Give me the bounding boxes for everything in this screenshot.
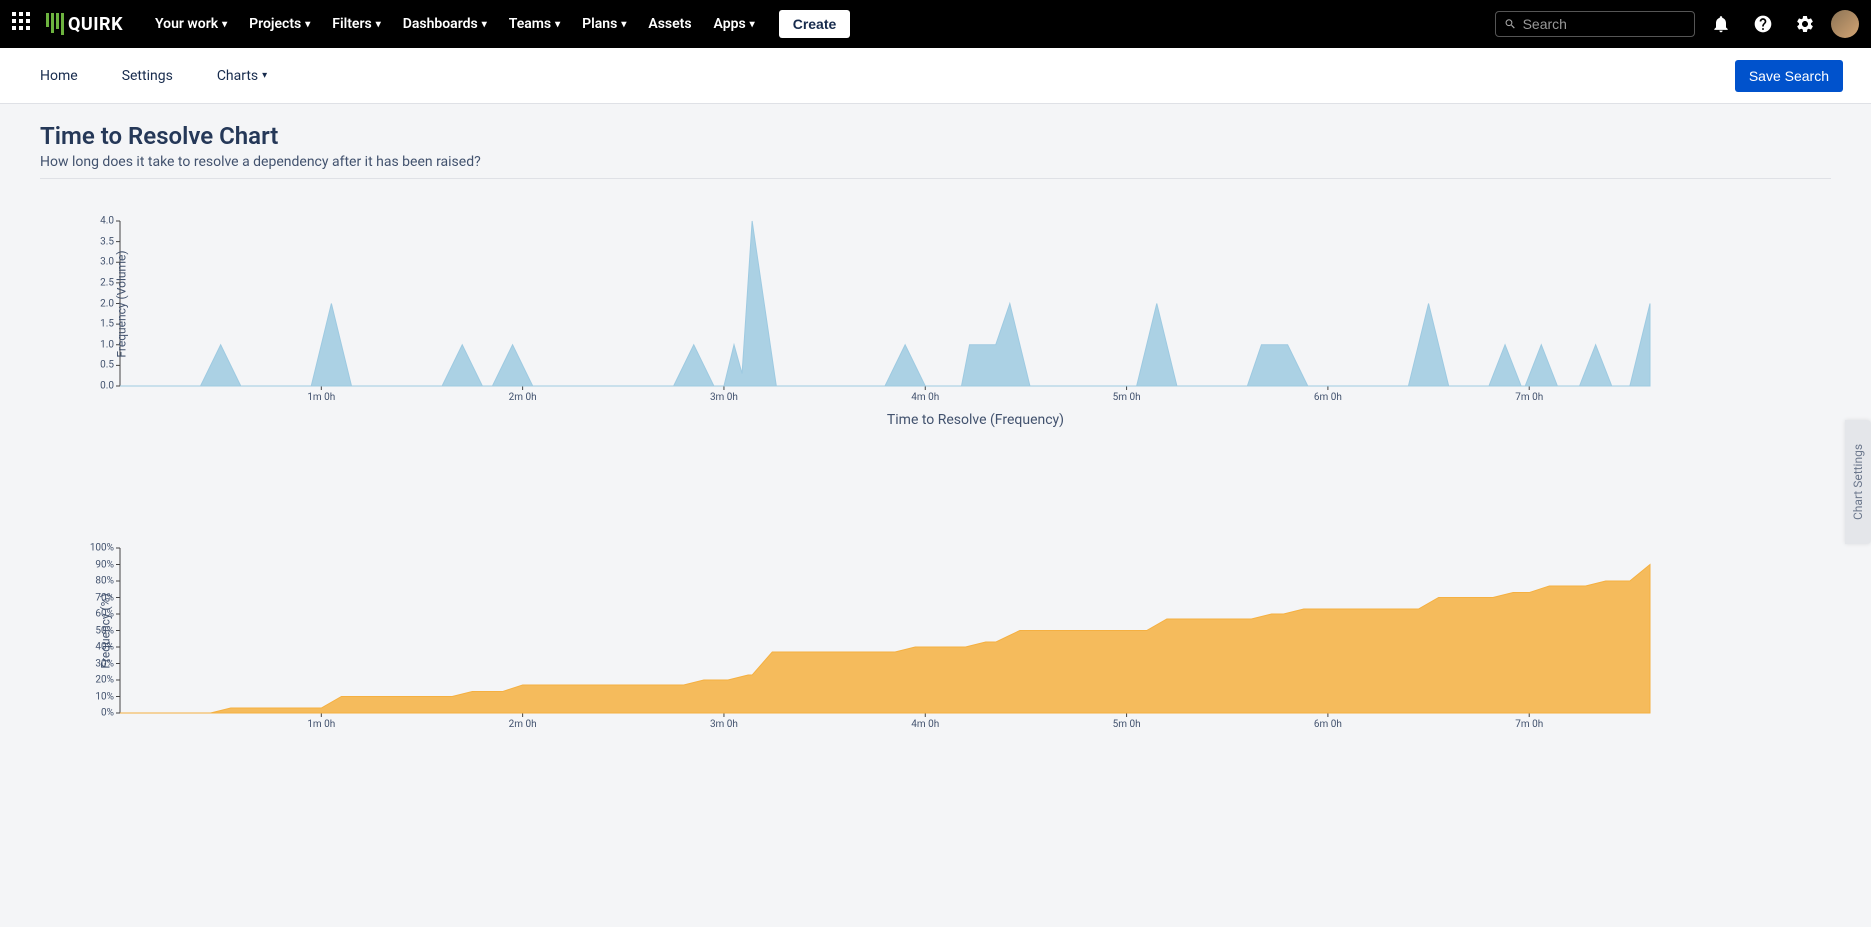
bell-icon (1711, 14, 1731, 34)
xtick: 2m 0h (509, 713, 537, 730)
page-title: Time to Resolve Chart (40, 122, 1831, 150)
nav-links: Your work▾ Projects▾ Filters▾ Dashboards… (147, 10, 850, 38)
xtick: 3m 0h (710, 386, 738, 403)
nav-dashboards[interactable]: Dashboards▾ (395, 10, 495, 38)
nav-projects[interactable]: Projects▾ (241, 10, 318, 38)
xtick: 1m 0h (307, 713, 335, 730)
chart2-svg (120, 548, 1650, 713)
xtick: 7m 0h (1515, 713, 1543, 730)
app-switcher-icon[interactable] (12, 12, 36, 36)
chevron-down-icon: ▾ (376, 19, 381, 30)
xtick: 3m 0h (710, 713, 738, 730)
ytick: 4.0 (100, 216, 120, 227)
chart1-xlabel: Time to Resolve (Frequency) (120, 412, 1831, 428)
notifications-button[interactable] (1705, 8, 1737, 40)
xtick: 4m 0h (911, 713, 939, 730)
create-button[interactable]: Create (779, 10, 851, 38)
tab-charts[interactable]: Charts▾ (205, 60, 279, 92)
search-icon (1504, 17, 1517, 31)
ytick: 60% (95, 609, 120, 620)
ytick: 1.5 (100, 319, 120, 330)
chart-volume: Frequency (Volume) 0.00.51.01.52.02.53.0… (120, 221, 1650, 386)
chevron-down-icon: ▾ (262, 70, 267, 81)
xtick: 1m 0h (307, 386, 335, 403)
ytick: 90% (95, 559, 120, 570)
settings-button[interactable] (1789, 8, 1821, 40)
gear-icon (1795, 14, 1815, 34)
nav-teams[interactable]: Teams▾ (501, 10, 568, 38)
xtick: 2m 0h (509, 386, 537, 403)
ytick: 0% (101, 708, 120, 719)
xtick: 7m 0h (1515, 386, 1543, 403)
xtick: 5m 0h (1113, 713, 1141, 730)
ytick: 10% (95, 691, 120, 702)
ytick: 100% (90, 543, 120, 554)
nav-plans[interactable]: Plans▾ (574, 10, 634, 38)
ytick: 70% (95, 592, 120, 603)
top-nav: QUIRK Your work▾ Projects▾ Filters▾ Dash… (0, 0, 1871, 48)
ytick: 0.0 (100, 381, 120, 392)
chevron-down-icon: ▾ (750, 19, 755, 30)
logo-bars-icon (46, 13, 64, 35)
sub-header: Home Settings Charts▾ Save Search (0, 48, 1871, 104)
xtick: 5m 0h (1113, 386, 1141, 403)
ytick: 3.5 (100, 236, 120, 247)
chevron-down-icon: ▾ (222, 19, 227, 30)
nav-filters[interactable]: Filters▾ (324, 10, 388, 38)
search-box[interactable] (1495, 11, 1695, 37)
help-button[interactable] (1747, 8, 1779, 40)
xtick: 6m 0h (1314, 713, 1342, 730)
ytick: 2.5 (100, 277, 120, 288)
search-input[interactable] (1523, 16, 1686, 32)
brand-name: QUIRK (68, 14, 123, 35)
page-subtitle: How long does it take to resolve a depen… (40, 154, 1831, 179)
tab-settings[interactable]: Settings (110, 60, 185, 92)
ytick: 40% (95, 642, 120, 653)
ytick: 80% (95, 576, 120, 587)
save-search-button[interactable]: Save Search (1735, 60, 1843, 92)
chevron-down-icon: ▾ (555, 19, 560, 30)
chart-settings-tab[interactable]: Chart Settings (1845, 420, 1871, 544)
ytick: 2.0 (100, 298, 120, 309)
ytick: 20% (95, 675, 120, 686)
nav-assets[interactable]: Assets (640, 10, 699, 38)
ytick: 0.5 (100, 360, 120, 371)
ytick: 30% (95, 658, 120, 669)
tab-home[interactable]: Home (28, 60, 90, 92)
ytick: 1.0 (100, 339, 120, 350)
page-content: Time to Resolve Chart How long does it t… (0, 104, 1871, 851)
xtick: 4m 0h (911, 386, 939, 403)
xtick: 6m 0h (1314, 386, 1342, 403)
chart1-svg (120, 221, 1650, 386)
chart-cumulative: Frequency (%) 0%10%20%30%40%50%60%70%80%… (120, 548, 1650, 713)
brand-logo[interactable]: QUIRK (46, 13, 123, 35)
chevron-down-icon: ▾ (482, 19, 487, 30)
nav-your-work[interactable]: Your work▾ (147, 10, 235, 38)
avatar[interactable] (1831, 10, 1859, 38)
ytick: 3.0 (100, 257, 120, 268)
chevron-down-icon: ▾ (621, 19, 626, 30)
ytick: 50% (95, 625, 120, 636)
chevron-down-icon: ▾ (305, 19, 310, 30)
nav-apps[interactable]: Apps▾ (706, 10, 763, 38)
help-icon (1753, 14, 1773, 34)
